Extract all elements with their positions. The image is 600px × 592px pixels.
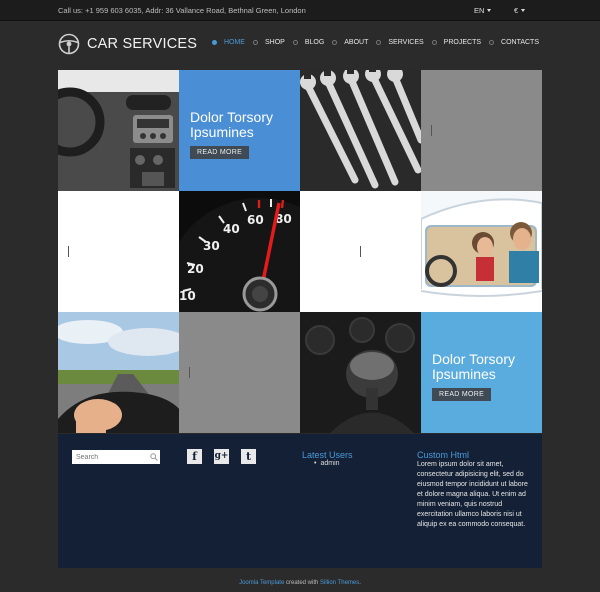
chevron-down-icon	[521, 9, 526, 12]
promo-title: Dolor Torsory Ipsumines	[432, 351, 515, 382]
road-driving-photo-tile[interactable]	[58, 312, 179, 433]
currency-selector[interactable]: €	[514, 6, 526, 15]
search-icon[interactable]	[150, 453, 158, 461]
nav-item-services[interactable]: SERVICES	[376, 39, 424, 46]
language-selector[interactable]: EN	[474, 6, 492, 15]
svg-text:30: 30	[203, 239, 220, 253]
wrenches-photo-tile[interactable]	[300, 70, 421, 191]
nav-item-contacts[interactable]: CONTACTS	[489, 39, 539, 46]
nav-item-about[interactable]: ABOUT	[332, 39, 368, 46]
dashboard-photo-tile[interactable]	[58, 70, 179, 191]
joomla-template-link[interactable]: Joomla Template	[239, 580, 284, 586]
gallery-grid: Dolor Torsory Ipsumines READ MORE 10 20 …	[58, 70, 542, 434]
bullet-icon	[376, 40, 382, 45]
couple-in-car-image	[421, 191, 542, 312]
loading-indicator	[68, 246, 69, 257]
speedometer-photo-tile[interactable]: 10 20 30 40 60 80	[179, 191, 300, 312]
empty-gray-tile	[421, 70, 542, 191]
promo-tile: Dolor Torsory Ipsumines READ MORE	[421, 312, 542, 433]
search-input[interactable]	[72, 450, 160, 464]
promo-tile: Dolor Torsory Ipsumines READ MORE	[179, 70, 300, 191]
steering-wheel-icon	[58, 33, 80, 55]
google-plus-icon[interactable]: g+	[214, 449, 229, 464]
brand-name: CAR SERVICES	[87, 36, 198, 52]
wrenches-image	[300, 70, 421, 191]
nav-item-home[interactable]: HOME	[211, 39, 245, 46]
nav-item-shop[interactable]: SHOP	[252, 39, 285, 46]
empty-white-tile	[300, 191, 421, 312]
footer-panel: f g+ t Latest Users admin Custom Html Lo…	[58, 434, 542, 568]
read-more-button[interactable]: READ MORE	[190, 146, 250, 159]
couple-driving-photo-tile[interactable]	[421, 191, 542, 312]
tumblr-icon[interactable]: t	[241, 449, 256, 464]
loading-indicator	[431, 125, 432, 136]
custom-html-heading: Custom Html	[417, 450, 470, 460]
user-link[interactable]: admin	[314, 460, 339, 467]
svg-text:20: 20	[187, 262, 204, 276]
bullet-icon	[292, 40, 298, 45]
loading-indicator	[189, 367, 190, 378]
site-logo[interactable]: CAR SERVICES	[58, 33, 197, 55]
promo-title: Dolor Torsory Ipsumines	[190, 109, 273, 140]
top-bar: Call us: +1 959 603 6035, Addr: 36 Valla…	[0, 0, 600, 21]
nav-item-projects[interactable]: PROJECTS	[431, 39, 481, 46]
bullet-icon	[252, 40, 258, 45]
latest-users-heading: Latest Users	[302, 450, 353, 460]
bullet-icon	[489, 40, 495, 45]
gear-shift-photo-tile[interactable]	[300, 312, 421, 433]
svg-text:40: 40	[223, 222, 240, 236]
speedometer-image: 10 20 30 40 60 80	[179, 191, 300, 312]
svg-text:60: 60	[247, 213, 264, 227]
custom-html-text: Lorem ipsum dolor sit amet, consectetur …	[417, 461, 528, 528]
main-nav: HOME SHOP BLOG ABOUT SERVICES PROJECTS C…	[204, 39, 539, 46]
empty-gray-tile	[179, 312, 300, 433]
car-dashboard-image	[58, 70, 179, 191]
loading-indicator	[360, 246, 361, 257]
credit-line: Joomla Template created with Sillion The…	[239, 580, 361, 586]
facebook-icon[interactable]: f	[187, 449, 202, 464]
sillion-themes-link[interactable]: Sillion Themes	[320, 580, 359, 586]
chevron-down-icon	[487, 9, 492, 12]
empty-white-tile	[58, 191, 179, 312]
read-more-button[interactable]: READ MORE	[432, 388, 492, 401]
nav-item-blog[interactable]: BLOG	[292, 39, 324, 46]
contact-info: Call us: +1 959 603 6035, Addr: 36 Valla…	[58, 6, 306, 15]
bullet-icon	[332, 40, 338, 45]
bullet-icon	[431, 40, 437, 45]
road-view-image	[58, 312, 179, 433]
gear-shift-image	[300, 312, 421, 433]
svg-text:10: 10	[179, 289, 196, 303]
bullet-icon	[211, 40, 217, 45]
